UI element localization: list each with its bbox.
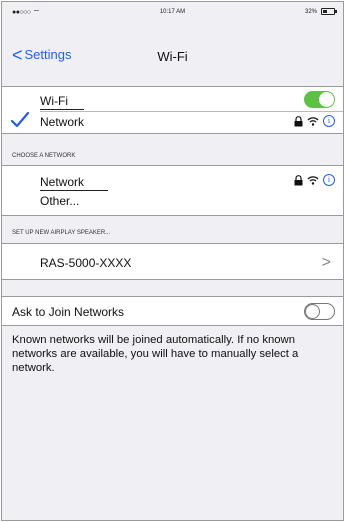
- network-name: Network: [40, 175, 85, 189]
- airplay-speaker-row[interactable]: RAS-5000-XXXX >: [2, 254, 343, 271]
- ask-join-label: Ask to Join Networks: [12, 305, 125, 319]
- speaker-name: RAS-5000-XXXX: [40, 256, 132, 270]
- ask-join-description: Known networks will be joined automatica…: [12, 334, 299, 374]
- wifi-toggle[interactable]: [304, 91, 335, 108]
- choose-network-header: CHOOSE A NETWORK: [12, 153, 76, 159]
- ask-join-row: Ask to Join Networks: [2, 303, 343, 320]
- lock-icon: [294, 174, 303, 185]
- choose-network-group: Network i Other...: [2, 165, 343, 216]
- wifi-signal-icon: [307, 176, 319, 185]
- connected-network-name: Network: [40, 115, 85, 129]
- airplay-header: SET UP NEW AIRPLAY SPEAKER...: [12, 230, 111, 236]
- wifi-label: Wi-Fi: [40, 94, 68, 108]
- other-network-row[interactable]: Other...: [2, 194, 343, 208]
- battery-icon: [321, 8, 337, 15]
- chevron-right-icon: >: [321, 254, 331, 271]
- ask-join-toggle[interactable]: [304, 303, 335, 320]
- airplay-group: RAS-5000-XXXX >: [2, 243, 343, 280]
- lock-icon: [294, 115, 303, 126]
- device-screen: ●●○○○ ⌔ 10:17 AM 32% < Settings Wi-Fi Wi-F…: [1, 1, 344, 521]
- wifi-signal-icon: [307, 117, 319, 126]
- wifi-toggle-row: Wi-Fi: [2, 91, 343, 110]
- info-icon[interactable]: i: [323, 174, 335, 186]
- battery-percent: 32%: [304, 9, 317, 15]
- connected-network-row[interactable]: Network i: [2, 111, 343, 129]
- other-label: Other...: [40, 194, 80, 208]
- clock: 10:17 AM: [159, 9, 186, 15]
- navigation-bar: < Settings Wi-Fi: [2, 46, 343, 69]
- network-row[interactable]: Network i: [2, 174, 343, 191]
- page-title: Wi-Fi: [157, 49, 188, 64]
- check-icon: [10, 111, 30, 128]
- wifi-group: Wi-Fi Network i: [2, 86, 343, 134]
- ask-join-group: Ask to Join Networks: [2, 296, 343, 326]
- status-bar: ●●○○○ ⌔ 10:17 AM 32%: [2, 2, 343, 20]
- info-icon[interactable]: i: [323, 115, 335, 127]
